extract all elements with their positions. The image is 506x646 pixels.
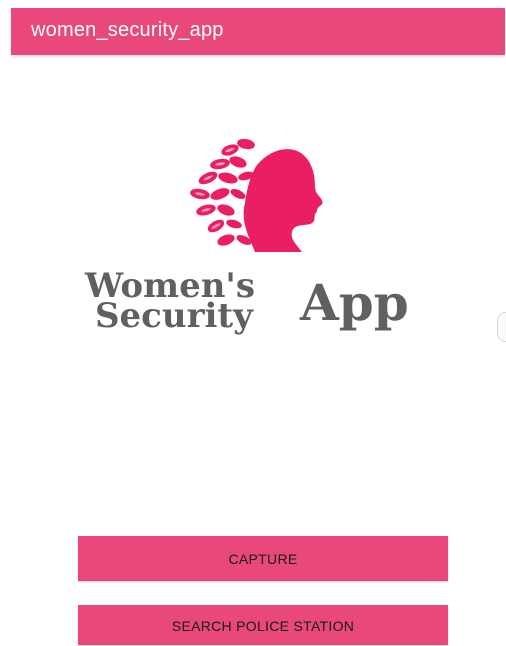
search-police-station-button[interactable]: SEARCH POLICE STATION <box>78 605 448 645</box>
app-bar: women_security_app <box>11 8 505 55</box>
logo-text-app: App <box>300 273 409 332</box>
logo-text-security: Security <box>95 296 253 336</box>
side-edge-handle[interactable] <box>497 312 506 342</box>
woman-silhouette-icon <box>190 138 323 252</box>
capture-button[interactable]: CAPTURE <box>78 536 448 581</box>
app-title: women_security_app <box>31 19 224 41</box>
womens-security-app-logo: Women's Security App <box>80 128 450 348</box>
